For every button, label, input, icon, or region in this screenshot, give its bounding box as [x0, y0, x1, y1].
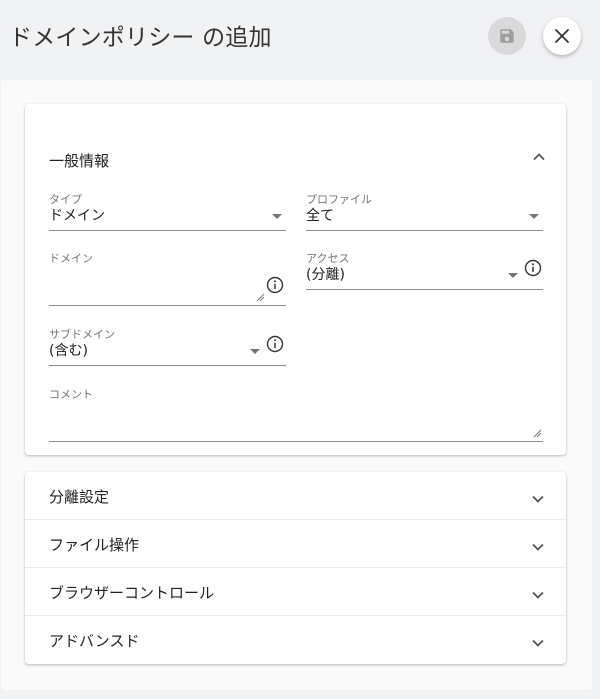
info-icon[interactable]: [266, 335, 284, 353]
chevron-down-icon: [532, 543, 544, 551]
accordion-advanced[interactable]: アドバンスド: [25, 616, 566, 664]
type-select[interactable]: タイプ ドメイン: [49, 191, 286, 231]
subdomain-underline: [49, 365, 286, 366]
dialog-header: ドメインポリシー の追加: [0, 0, 600, 78]
general-info-title: 一般情報: [49, 152, 110, 170]
accordion-label: アドバンスド: [49, 632, 140, 650]
chevron-down-icon: [532, 591, 544, 599]
domain-field[interactable]: ドメイン: [49, 250, 286, 306]
type-value: ドメイン: [49, 208, 105, 224]
access-value: (分離): [306, 267, 345, 283]
domain-underline: [49, 305, 286, 306]
floppy-disk-icon: [500, 29, 514, 43]
caret-down-icon: [508, 273, 518, 278]
info-icon[interactable]: [266, 276, 284, 294]
info-icon[interactable]: [524, 259, 542, 277]
profile-select[interactable]: プロファイル 全て: [306, 191, 543, 231]
accordion-label: 分離設定: [49, 488, 110, 506]
comment-field[interactable]: コメント: [49, 386, 543, 442]
accordion-file-operations[interactable]: ファイル操作: [25, 520, 566, 568]
chevron-down-icon: [532, 495, 544, 503]
save-button[interactable]: [488, 17, 526, 55]
close-x-icon: [555, 29, 569, 43]
accordion-label: ファイル操作: [49, 536, 140, 554]
caret-down-icon: [250, 349, 260, 354]
resize-grip-icon[interactable]: [256, 293, 265, 302]
accordion-browser-control[interactable]: ブラウザーコントロール: [25, 568, 566, 616]
chevron-down-icon: [532, 639, 544, 647]
comment-label: コメント: [49, 388, 93, 401]
profile-underline: [306, 230, 543, 231]
type-underline: [49, 230, 286, 231]
close-button[interactable]: [543, 17, 581, 55]
accordion-isolation-settings[interactable]: 分離設定: [25, 472, 566, 520]
subdomain-select[interactable]: サブドメイン (含む): [49, 326, 286, 366]
profile-value: 全て: [306, 208, 334, 224]
caret-down-icon: [272, 214, 282, 219]
comment-underline: [49, 441, 543, 442]
dialog-content: 一般情報 タイプ ドメイン プロファイル 全て ドメイン アクセス (分離) サ…: [1, 80, 592, 690]
access-underline: [306, 289, 543, 290]
accordion-label: ブラウザーコントロール: [49, 584, 215, 602]
general-info-panel: 一般情報 タイプ ドメイン プロファイル 全て ドメイン アクセス (分離) サ…: [25, 104, 566, 455]
dialog-title: ドメインポリシー の追加: [9, 25, 272, 51]
access-select[interactable]: アクセス (分離): [306, 250, 543, 290]
domain-label: ドメイン: [49, 252, 93, 265]
settings-accordion: 分離設定 ファイル操作 ブラウザーコントロール アドバンスド: [25, 472, 566, 664]
chevron-up-icon[interactable]: [532, 150, 546, 164]
resize-grip-icon[interactable]: [533, 429, 542, 438]
subdomain-value: (含む): [49, 343, 88, 359]
caret-down-icon: [529, 214, 539, 219]
